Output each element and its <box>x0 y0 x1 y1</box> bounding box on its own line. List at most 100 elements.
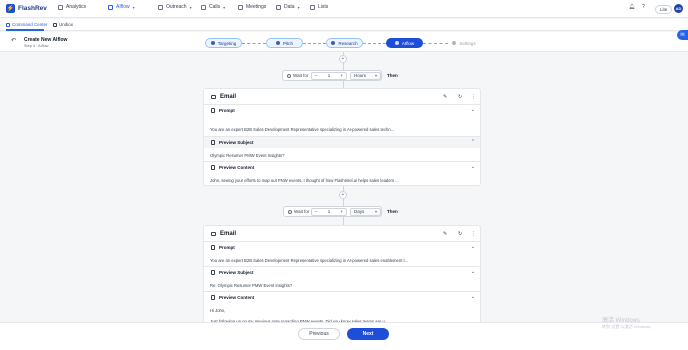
tab-command-center[interactable]: Command Center <box>6 22 48 27</box>
step-settings[interactable]: Settings <box>448 38 480 48</box>
content-greeting: Hi John, <box>210 308 226 313</box>
eye-icon <box>211 270 215 275</box>
pitch-icon <box>275 41 280 45</box>
back-arrow-icon[interactable]: ↶ <box>11 37 16 44</box>
step-connector <box>423 43 448 44</box>
nav-data[interactable]: Data ▾ <box>276 4 300 10</box>
chevron-down-icon: ▾ <box>189 4 192 10</box>
refresh-icon[interactable]: ↻ <box>458 94 462 100</box>
nav-aiflow[interactable]: AIflow ▾ <box>108 4 135 10</box>
document-icon <box>211 295 215 300</box>
page-subtitle: Step 4 · AIflow <box>24 44 49 48</box>
step-connector <box>242 43 266 44</box>
content-section: Preview Content ⌄ Hi John, Just followin… <box>204 292 480 324</box>
subject-header[interactable]: Preview Subject ⌄ <box>204 267 480 278</box>
footer-bar <box>0 322 688 350</box>
list-icon <box>310 4 315 10</box>
plus-icon[interactable]: + <box>340 73 343 78</box>
nav-outreach[interactable]: Outreach ▾ <box>158 4 192 10</box>
nav-analytics[interactable]: Analytics <box>58 4 86 10</box>
eye-icon <box>211 140 215 145</box>
content-text: John, seeing your efforts to map out PNW… <box>210 178 399 183</box>
clock-icon <box>288 209 292 214</box>
wait-value-stepper[interactable]: −1 + <box>311 207 347 216</box>
chevron-down-icon: ▾ <box>374 73 377 78</box>
chevron-down-icon: ⌄ <box>470 107 475 113</box>
email-title: Email <box>220 94 237 100</box>
subject-section: Preview Subject ⌃ Olympic Resumer PMW Ev… <box>204 137 480 162</box>
next-button[interactable]: Next <box>347 328 389 340</box>
chevron-down-icon: ⌄ <box>470 294 475 300</box>
step-connector <box>303 43 326 44</box>
refresh-icon[interactable]: ↻ <box>458 231 462 237</box>
content-header[interactable]: Preview Content ⌄ <box>204 162 480 173</box>
grid-icon <box>6 22 10 27</box>
page-title: Create New AIflow <box>24 37 68 43</box>
then-label: Then <box>387 209 398 214</box>
chart-icon <box>58 4 63 10</box>
content-section: Preview Content ⌄ John, seeing your effo… <box>204 162 480 186</box>
notification-icon[interactable]: 🔔︎ <box>629 4 635 10</box>
more-icon[interactable]: ⋮ <box>471 94 476 100</box>
prompt-header[interactable]: Prompt ⌄ <box>204 242 480 253</box>
sub-tab-bar: Command Center Unibox <box>0 19 688 31</box>
step-targeting[interactable]: Targeting <box>205 38 242 48</box>
target-icon <box>210 41 215 45</box>
chevron-down-icon: ▾ <box>374 209 377 214</box>
edit-icon[interactable]: ✎ <box>443 94 447 100</box>
document-icon <box>211 245 215 250</box>
chevron-up-icon: ⌃ <box>470 139 475 145</box>
wait-unit-select[interactable]: Days ▾ <box>350 207 381 216</box>
plan-badge[interactable]: Lite <box>655 5 673 14</box>
subject-section: Preview Subject ⌄ Re: Olympic Resumer PM… <box>204 267 480 292</box>
step-connector <box>363 43 386 44</box>
document-icon <box>211 165 215 170</box>
database-icon <box>276 4 281 10</box>
prompt-section: Prompt ⌄ You are an expert B2B Sales Dev… <box>204 105 480 137</box>
nav-calls[interactable]: Calls ▾ <box>201 4 225 10</box>
gear-icon <box>452 41 457 45</box>
content-header[interactable]: Preview Content ⌄ <box>204 292 480 303</box>
active-tab-indicator <box>6 29 44 31</box>
plus-icon[interactable]: + <box>340 209 343 214</box>
step-research[interactable]: Research <box>326 38 363 48</box>
subject-text: Re: Olympic Resumer PMW Event Insights? <box>210 283 293 288</box>
subject-text: Olympic Resumer PMW Event Insights? <box>210 153 285 158</box>
chat-bubble-icon[interactable]: ✉ <box>677 30 688 40</box>
subject-header[interactable]: Preview Subject ⌃ <box>204 137 480 148</box>
chevron-down-icon: ▾ <box>132 4 135 10</box>
tab-unibox[interactable]: Unibox <box>53 22 73 27</box>
nav-lists[interactable]: Lists <box>310 4 328 10</box>
research-icon <box>331 41 336 45</box>
send-icon <box>158 4 163 10</box>
flash-logo-icon: ⚡ <box>6 4 15 13</box>
nav-meetings[interactable]: Meetings <box>238 4 266 10</box>
phone-icon <box>201 4 206 10</box>
email-card-1: Email ✎ ↻ ⋮ Prompt ⌄ You are an expert B… <box>203 88 481 186</box>
help-icon[interactable]: ? <box>642 4 645 10</box>
prompt-header[interactable]: Prompt ⌄ <box>204 105 480 116</box>
minus-icon[interactable]: − <box>315 209 318 214</box>
document-icon <box>211 108 215 113</box>
chevron-down-icon: ▾ <box>223 4 226 10</box>
top-nav-bar: ⚡ FlashRev Analytics AIflow ▾ Outreach ▾ C… <box>0 0 688 18</box>
chevron-down-icon: ⌄ <box>470 164 475 170</box>
flow-icon <box>394 41 399 45</box>
wait-unit-select[interactable]: Hours ▾ <box>350 71 381 80</box>
step-pitch[interactable]: Pitch <box>266 38 303 48</box>
add-step-button[interactable]: + <box>339 55 347 63</box>
edit-icon[interactable]: ✎ <box>443 231 447 237</box>
add-step-button[interactable]: + <box>339 191 347 199</box>
wait-value-stepper[interactable]: −1 + <box>311 71 347 80</box>
step-aiflow[interactable]: AIflow <box>386 38 423 48</box>
app-logo[interactable]: ⚡ FlashRev <box>6 4 47 13</box>
previous-button[interactable]: Previous <box>298 328 340 340</box>
chevron-down-icon: ⌄ <box>470 244 475 250</box>
minus-icon[interactable]: − <box>315 73 318 78</box>
mail-icon <box>211 232 216 236</box>
email-card-header: Email ✎ ↻ ⋮ <box>204 226 480 242</box>
more-icon[interactable]: ⋮ <box>471 231 476 237</box>
email-card-header: Email ✎ ↻ ⋮ <box>204 89 480 105</box>
avatar[interactable]: AD <box>674 4 683 13</box>
prompt-section: Prompt ⌄ You are an expert B2B Sales Dev… <box>204 242 480 267</box>
